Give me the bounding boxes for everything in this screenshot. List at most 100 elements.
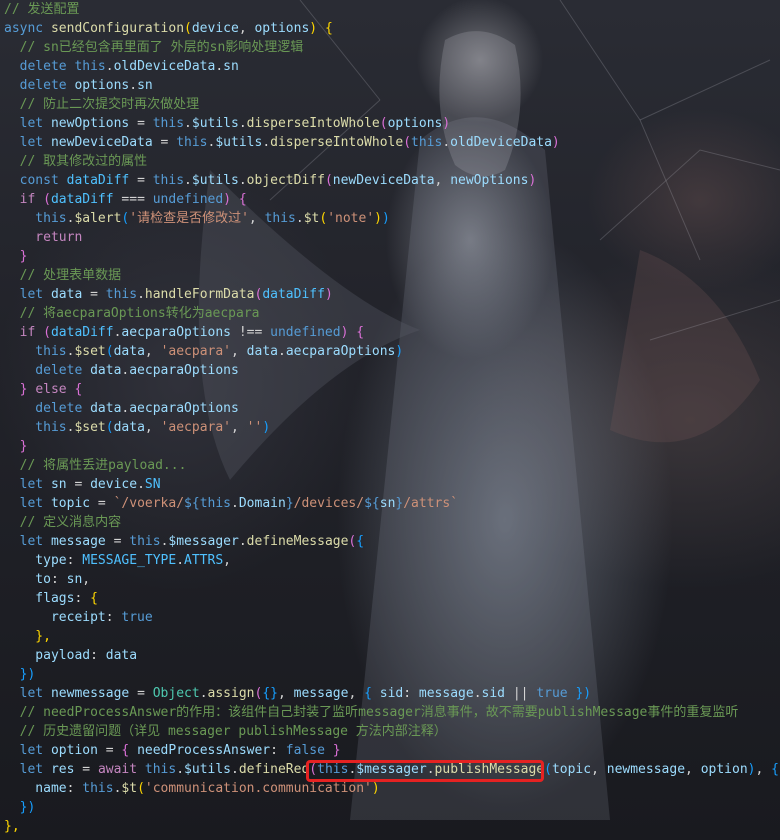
code-token: /devices/ bbox=[293, 496, 365, 511]
code-token: $t bbox=[121, 781, 138, 796]
code-token: res bbox=[50, 762, 75, 777]
code-token: this bbox=[4, 420, 67, 435]
code-token: aecparaOptions bbox=[129, 363, 239, 378]
code-token: this bbox=[199, 496, 232, 511]
code-line: delete this.oldDeviceData.sn bbox=[4, 57, 779, 76]
code-token: ( bbox=[43, 325, 51, 340]
code-token: data bbox=[105, 648, 138, 663]
code-line: }, bbox=[4, 817, 779, 836]
code-token: : bbox=[403, 686, 419, 701]
code-token: let bbox=[4, 496, 51, 511]
code-token: options bbox=[387, 116, 443, 131]
code-token: } bbox=[285, 496, 294, 511]
code-token: newmessage bbox=[50, 686, 130, 701]
code-token: this bbox=[105, 287, 138, 302]
code-line: }) bbox=[4, 665, 779, 684]
code-token: oldDeviceData bbox=[113, 59, 216, 74]
code-token: . bbox=[295, 211, 304, 226]
code-token: else bbox=[35, 382, 75, 397]
code-token: false bbox=[285, 743, 325, 758]
code-token: this bbox=[82, 781, 114, 796]
code-token: data bbox=[246, 344, 278, 359]
code-line: // needProcessAnswer的作用：该组件自己封装了监听messag… bbox=[4, 703, 779, 722]
code-token: newDeviceData bbox=[332, 173, 435, 188]
code-token: }, bbox=[4, 819, 20, 834]
code-token: { bbox=[74, 382, 83, 397]
code-token: }) bbox=[4, 800, 36, 815]
code-line: async sendConfiguration(device, options)… bbox=[4, 19, 779, 38]
code-token: . bbox=[137, 477, 145, 492]
code-token: // 历史遗留问题（详见 messager publishMessage 方法内… bbox=[4, 724, 447, 739]
code-token: $set bbox=[74, 420, 106, 435]
code-token: // 发送配置 bbox=[4, 2, 80, 17]
code-token: 'communication.communication' bbox=[144, 781, 372, 796]
code-token: aecparaOptions bbox=[121, 325, 231, 340]
code-token: }) bbox=[567, 686, 592, 701]
code-token: { bbox=[356, 325, 365, 340]
code-line: // 防止二次提交时再次做处理 bbox=[4, 95, 779, 114]
code-token: . bbox=[199, 686, 208, 701]
code-token: disperseIntoWhole bbox=[246, 116, 380, 131]
code-token: /attrs` bbox=[403, 496, 459, 511]
code-token: newmessage bbox=[606, 762, 686, 777]
code-token: ) bbox=[551, 135, 560, 150]
code-token: sn bbox=[379, 496, 396, 511]
code-token: , bbox=[223, 553, 231, 568]
code-token: . bbox=[238, 534, 247, 549]
code-token: . bbox=[231, 762, 239, 777]
code-token: ( bbox=[184, 21, 192, 36]
code-line: receipt: true bbox=[4, 608, 779, 627]
code-token: newOptions bbox=[50, 116, 130, 131]
code-line: delete data.aecparaOptions bbox=[4, 361, 779, 380]
code-token: this bbox=[152, 173, 185, 188]
code-token: data bbox=[113, 344, 145, 359]
code-line: } bbox=[4, 437, 779, 456]
code-token: ) bbox=[340, 325, 357, 340]
code-token: device bbox=[191, 21, 239, 36]
code-token: : bbox=[270, 743, 286, 758]
code-token: . bbox=[262, 135, 271, 150]
code-token: , bbox=[144, 420, 161, 435]
code-line: }, bbox=[4, 627, 779, 646]
code-token: , bbox=[755, 762, 772, 777]
code-token: ( bbox=[105, 344, 114, 359]
code-editor[interactable]: // 发送配置 async sendConfiguration(device, o… bbox=[4, 0, 779, 836]
code-token: . bbox=[238, 173, 247, 188]
code-token: . bbox=[184, 116, 192, 131]
code-token: this bbox=[176, 135, 208, 150]
code-token: $set bbox=[74, 344, 106, 359]
code-token: newDeviceData bbox=[50, 135, 153, 150]
code-token: async bbox=[4, 21, 51, 36]
code-token: , bbox=[144, 344, 161, 359]
code-token: = bbox=[82, 287, 106, 302]
code-token: topic bbox=[551, 762, 592, 777]
code-token: flags bbox=[4, 591, 75, 606]
code-token: { bbox=[364, 686, 380, 701]
code-token: . bbox=[231, 496, 239, 511]
code-token: { bbox=[324, 21, 333, 36]
code-token: let bbox=[4, 116, 51, 131]
code-token: , bbox=[248, 211, 265, 226]
code-token: this bbox=[264, 211, 296, 226]
code-token: data bbox=[113, 420, 145, 435]
code-token: needProcessAnswer bbox=[137, 743, 271, 758]
code-token: }, bbox=[4, 629, 51, 644]
code-token: , bbox=[231, 344, 247, 359]
code-token: this bbox=[74, 59, 106, 74]
code-token: delete bbox=[4, 363, 91, 378]
code-token: sid bbox=[379, 686, 404, 701]
code-token: { bbox=[238, 192, 247, 207]
code-line: let topic = `/voerka/${this.Domain}/devi… bbox=[4, 494, 779, 513]
code-line: this.$set(data, 'aecpara', '') bbox=[4, 418, 779, 437]
code-line: let newDeviceData = this.$utils.disperse… bbox=[4, 133, 779, 152]
code-token: ) bbox=[309, 21, 325, 36]
code-line: } bbox=[4, 247, 779, 266]
code-token: '请检查是否修改过' bbox=[129, 211, 249, 226]
code-token: ( bbox=[319, 211, 328, 226]
code-token: , bbox=[277, 686, 294, 701]
code-token: this bbox=[4, 344, 67, 359]
code-token: sn bbox=[50, 477, 67, 492]
code-token: $utils bbox=[184, 762, 232, 777]
code-token: data bbox=[50, 287, 83, 302]
code-token: $alert bbox=[74, 211, 122, 226]
